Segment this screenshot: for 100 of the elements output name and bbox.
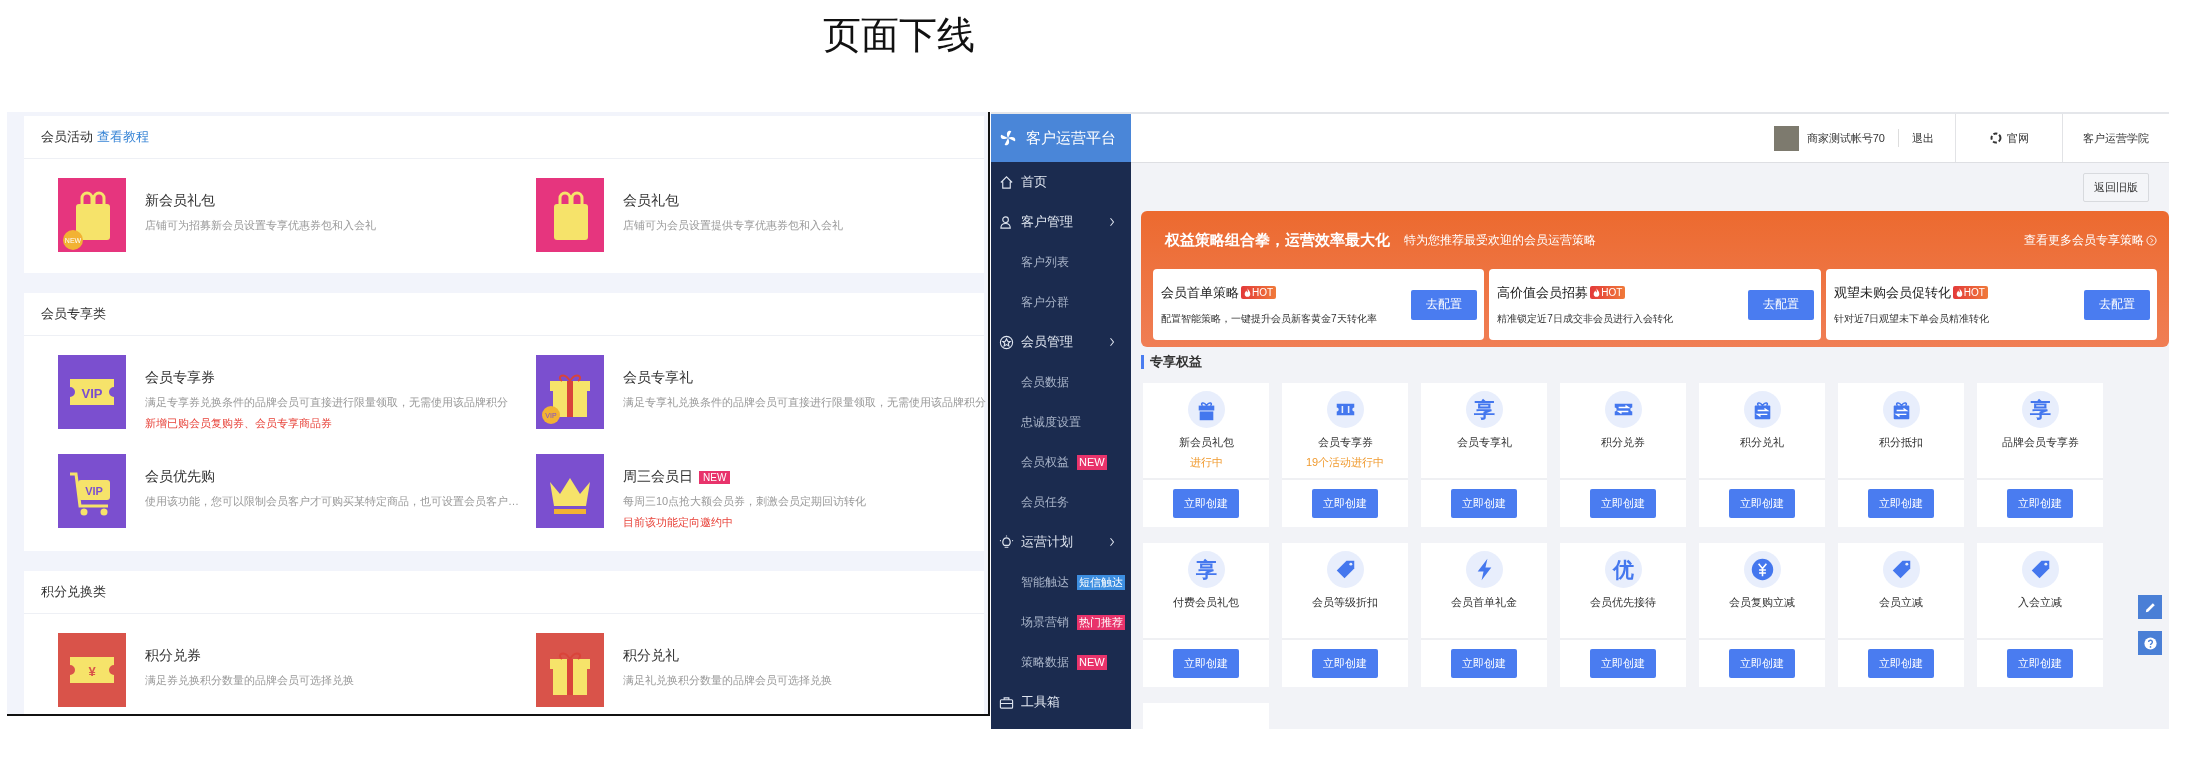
section-heading: 专享权益 xyxy=(1141,355,2169,369)
benefit-name: 会员专享礼 xyxy=(1456,435,1512,450)
strategy-description: 针对近7日观望未下单会员精准转化 xyxy=(1833,311,1991,326)
sidebar-item[interactable]: 会员数据 xyxy=(991,362,1131,402)
sidebar-item[interactable]: 客户分群 xyxy=(991,282,1131,322)
tag-icon xyxy=(1326,551,1364,588)
item-title: 会员礼包 xyxy=(623,192,679,210)
sidebar-item[interactable]: 智能触达 短信触达 xyxy=(991,562,1131,602)
menu-badge: 热门推荐 xyxy=(1077,614,1125,630)
edit-button[interactable] xyxy=(2138,595,2162,619)
benefit-name: 会员优先接待 xyxy=(1590,595,1656,610)
menu-badge: 短信触达 xyxy=(1077,574,1125,590)
item-title: 新会员礼包 xyxy=(145,192,215,210)
configure-button[interactable]: 去配置 xyxy=(1411,289,1478,320)
create-button[interactable]: 立即创建 xyxy=(1590,649,1656,678)
logout-link[interactable]: 退出 xyxy=(1912,130,1934,146)
character-icon: 享 xyxy=(1187,551,1225,588)
benefit-name: 会员专享券 xyxy=(1317,435,1373,450)
more-strategies-link[interactable]: 查看更多会员专享策略 xyxy=(2024,231,2157,249)
create-button[interactable]: 立即创建 xyxy=(2007,649,2073,678)
new-badge: NEW xyxy=(699,470,731,484)
account-name: 商家测试帐号70 xyxy=(1806,130,1885,146)
strategy-title: 会员首单策略 xyxy=(1161,283,1239,302)
menu-badge: NEW xyxy=(1077,654,1107,670)
character-icon: 享 xyxy=(1465,391,1503,428)
hot-badge: HOT xyxy=(1952,286,1988,299)
item-note: 新增已购会员复购券、会员专享商品券 xyxy=(145,416,333,431)
sidebar-item[interactable]: 策略数据 NEW xyxy=(991,642,1131,682)
benefit-name: 会员等级折扣 xyxy=(1312,595,1378,610)
create-button[interactable]: 立即创建 xyxy=(1173,489,1239,518)
configure-button[interactable]: 去配置 xyxy=(1747,289,1814,320)
swap-gift-icon xyxy=(1743,391,1781,428)
site-link[interactable]: 官网 xyxy=(1955,114,2062,162)
item-description: 满足专享券兑换条件的品牌会员可直接进行限量领取，无需使用该品牌积分 xyxy=(145,395,508,410)
swap-ticket-icon xyxy=(1604,391,1642,428)
photo-placeholder xyxy=(1773,125,1799,151)
ticket-icon xyxy=(1326,391,1364,428)
cart-icon: VIP xyxy=(58,454,126,528)
item-description: 店铺可为招募新会员设置专享优惠券包和入会礼 xyxy=(145,218,376,233)
gift-icon xyxy=(1187,391,1225,428)
star-icon xyxy=(999,334,1014,350)
create-button[interactable]: 立即创建 xyxy=(1868,489,1934,518)
sidebar-item[interactable]: 客户管理 xyxy=(991,202,1131,242)
item-description: 店铺可为会员设置提供专享优惠券包和入会礼 xyxy=(623,218,843,233)
create-button[interactable]: 立即创建 xyxy=(1312,489,1378,518)
sidebar-item[interactable]: 运营计划 xyxy=(991,522,1131,562)
benefit-name: 入会立减 xyxy=(2018,595,2062,610)
banner-subtitle: 特为您推荐最受欢迎的会员运营策略 xyxy=(1404,231,1596,249)
menu-badge: NEW xyxy=(1077,454,1107,470)
benefit-status: 19个活动进行中 xyxy=(1305,455,1385,470)
benefit-name: 会员立减 xyxy=(1879,595,1923,610)
create-button[interactable]: 立即创建 xyxy=(1729,489,1795,518)
tag-icon xyxy=(1882,551,1920,588)
benefit-name: 付费会员礼包 xyxy=(1173,595,1239,610)
sidebar-item[interactable]: 会员任务 xyxy=(991,482,1131,522)
tutorial-link[interactable]: 查看教程 xyxy=(97,128,149,146)
item-title: 周三会员日 xyxy=(623,468,693,486)
user-icon xyxy=(999,214,1014,230)
sidebar-item[interactable]: 场景营销 热门推荐 xyxy=(991,602,1131,642)
sidebar-item[interactable]: 客户列表 xyxy=(991,242,1131,282)
create-button[interactable]: 立即创建 xyxy=(1868,649,1934,678)
benefit-name: 新会员礼包 xyxy=(1178,435,1234,450)
back-button[interactable]: 返回旧版 xyxy=(2083,173,2149,202)
hot-badge: HOT xyxy=(1241,286,1277,299)
benefit-name: 积分兑礼 xyxy=(1740,435,1784,450)
create-button[interactable]: 立即创建 xyxy=(1312,649,1378,678)
character-icon: 优 xyxy=(1604,551,1642,588)
section-title: 会员专享类 xyxy=(41,305,106,323)
bolt-icon xyxy=(1465,551,1503,588)
brand-name: 客户运营平台 xyxy=(1026,128,1116,148)
strategy-title: 高价值会员招募 xyxy=(1497,283,1589,302)
item-description: 满足券兑换积分数量的品牌会员可选择兑换 xyxy=(145,673,354,688)
sidebar-item[interactable]: 首页 xyxy=(991,162,1131,202)
create-button[interactable]: 立即创建 xyxy=(1173,649,1239,678)
sidebar-item[interactable]: 工具箱 xyxy=(991,682,1131,722)
benefit-name: 积分抵扣 xyxy=(1879,435,1923,450)
create-button[interactable]: 立即创建 xyxy=(1590,489,1656,518)
configure-button[interactable]: 去配置 xyxy=(2084,289,2150,320)
ticket-icon: VIP xyxy=(58,355,126,429)
swap-gift-icon xyxy=(1882,391,1920,428)
sidebar-item[interactable]: 会员管理 xyxy=(991,322,1131,362)
pinwheel-icon xyxy=(998,128,1018,148)
item-description: 使用该功能，您可以限制会员客户才可购买某特定商品，也可设置会员客户… xyxy=(145,494,519,509)
create-button[interactable]: 立即创建 xyxy=(2007,489,2073,518)
item-title: 会员专享券 xyxy=(145,369,215,387)
sidebar-item[interactable]: 忠诚度设置 xyxy=(991,402,1131,442)
hot-badge: HOT xyxy=(1590,286,1626,299)
help-button[interactable] xyxy=(2138,631,2162,655)
create-button[interactable]: 立即创建 xyxy=(1451,649,1517,678)
chevron-icon xyxy=(1109,217,1115,227)
create-button[interactable]: 立即创建 xyxy=(1729,649,1795,678)
aperture-icon xyxy=(1989,132,2002,144)
chevron-icon xyxy=(1109,337,1115,347)
item-note: 目前该功能定向邀约中 xyxy=(623,515,734,530)
strategy-description: 精准锁定近7日成交非会员进行入会转化 xyxy=(1497,311,1674,326)
page-title: 页面下线 xyxy=(823,13,975,58)
sidebar-item[interactable]: 会员权益 NEW xyxy=(991,442,1131,482)
academy-link[interactable]: 客户运营学院 xyxy=(2062,114,2169,162)
item-title: 积分兑礼 xyxy=(623,647,679,665)
create-button[interactable]: 立即创建 xyxy=(1451,489,1517,518)
